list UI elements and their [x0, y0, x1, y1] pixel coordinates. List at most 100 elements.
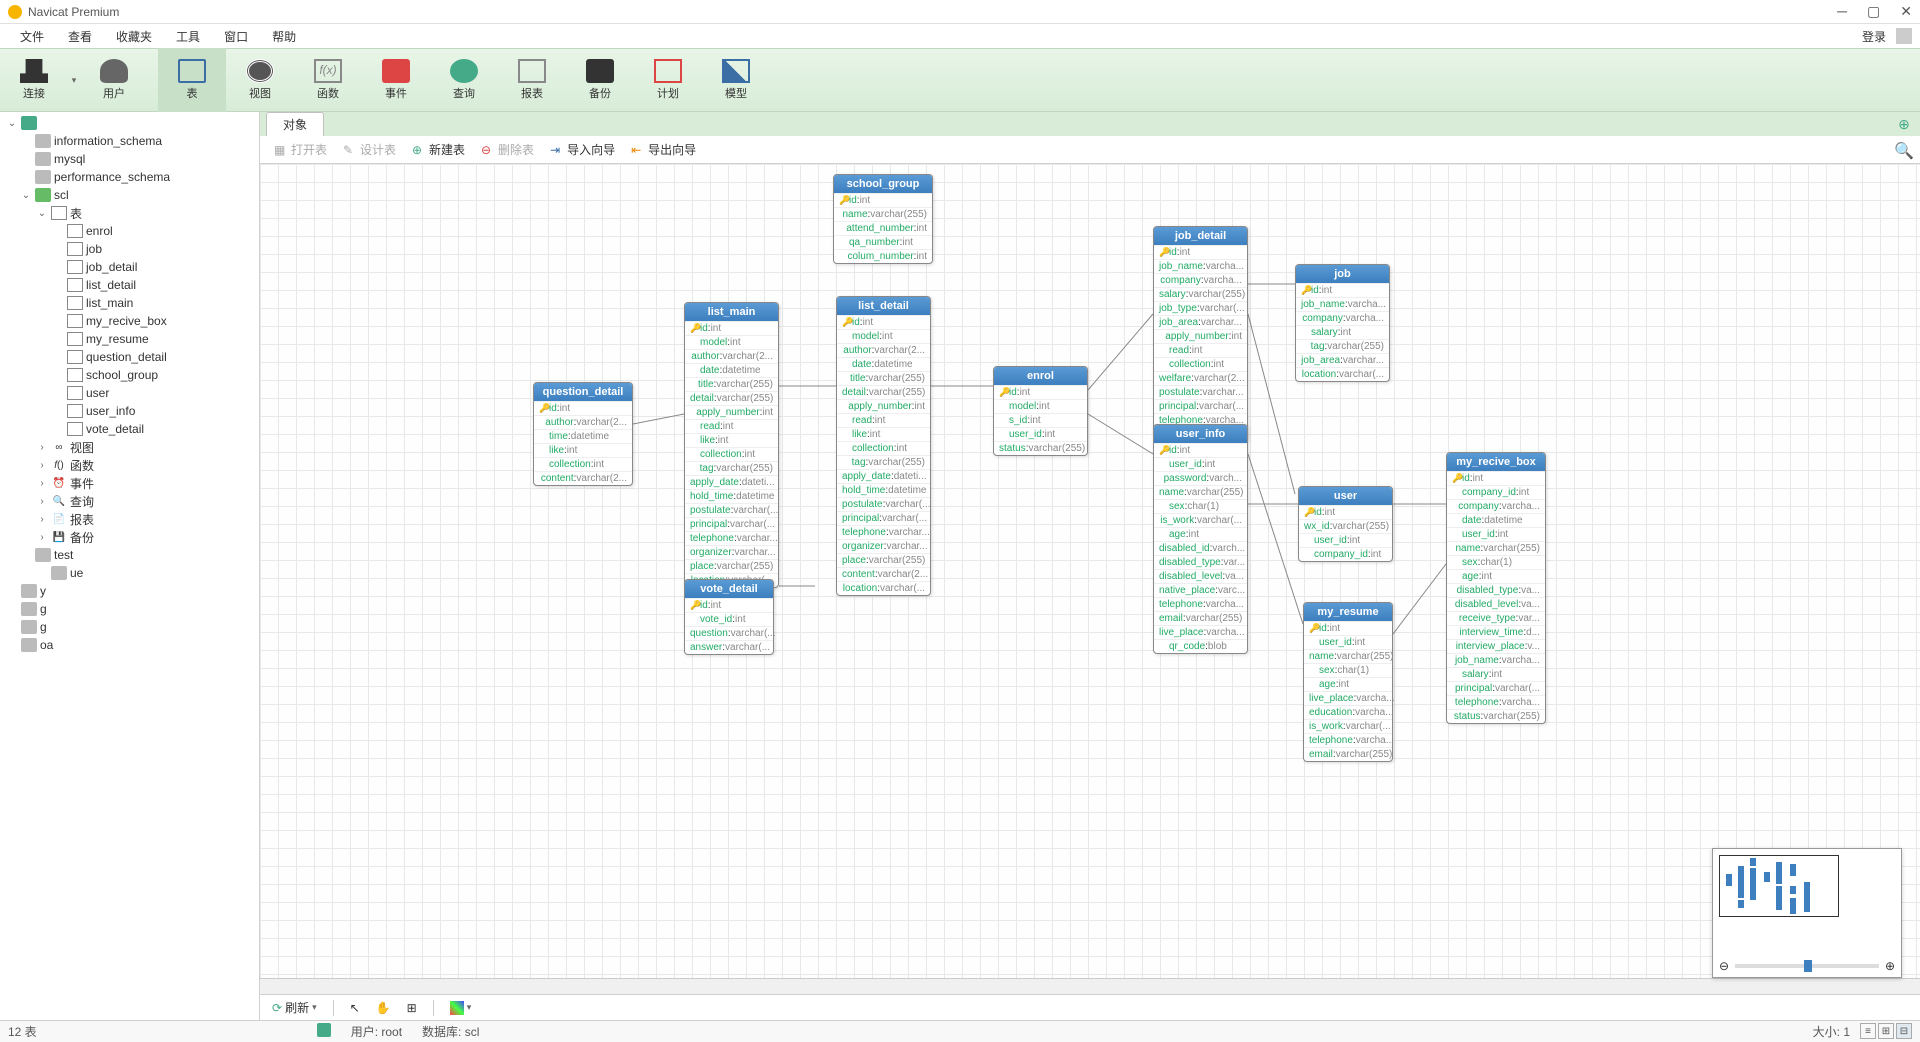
erd-column[interactable]: user_id: int [994, 427, 1087, 441]
erd-table-enrol[interactable]: enrol🔑id: intmodel: ints_id: intuser_id:… [993, 366, 1088, 456]
erd-column[interactable]: job_type: varchar(... [1154, 301, 1247, 315]
erd-column[interactable]: company: varcha... [1154, 273, 1247, 287]
object-tree[interactable]: ⌄ information_schemamysqlperformance_sch… [0, 112, 260, 1020]
erd-column[interactable]: location: varchar(... [1296, 367, 1389, 381]
erd-table-my_recive_box[interactable]: my_recive_box🔑id: intcompany_id: intcomp… [1446, 452, 1546, 724]
erd-column[interactable]: 🔑id: int [1299, 505, 1392, 519]
erd-column[interactable]: tag: varchar(255) [1296, 339, 1389, 353]
erd-column[interactable]: collection: int [1154, 357, 1247, 371]
erd-table-user_info[interactable]: user_info🔑id: intuser_id: intpassword: v… [1153, 424, 1248, 654]
erd-column[interactable]: age: int [1304, 677, 1392, 691]
erd-column[interactable]: principal: varchar(... [837, 511, 930, 525]
erd-column[interactable]: postulate: varchar... [1154, 385, 1247, 399]
folder-视图[interactable]: ›∞视图 [0, 438, 259, 456]
erd-column[interactable]: apply_date: dateti... [837, 469, 930, 483]
erd-column[interactable]: date: datetime [1447, 513, 1545, 527]
erd-table-header[interactable]: school_group [834, 175, 932, 193]
erd-column[interactable]: author: varchar(2... [837, 343, 930, 357]
toolbar-event[interactable]: 事件 [362, 48, 430, 112]
diagram-canvas[interactable]: school_group🔑id: intname: varchar(255)at… [260, 164, 1760, 764]
erd-column[interactable]: telephone: varcha... [1304, 733, 1392, 747]
table-list_detail[interactable]: list_detail [0, 276, 259, 294]
erd-column[interactable]: live_place: varcha... [1154, 625, 1247, 639]
refresh-button[interactable]: ⟳刷新▾ [268, 997, 321, 1018]
erd-column[interactable]: vote_id: int [685, 612, 773, 626]
database-performance_schema[interactable]: performance_schema [0, 168, 259, 186]
erd-table-header[interactable]: job_detail [1154, 227, 1247, 245]
new-table-button[interactable]: ⊕新建表 [406, 139, 471, 160]
erd-column[interactable]: user_id: int [1447, 527, 1545, 541]
tree-node-oa[interactable]: oa [0, 636, 259, 654]
tab-objects[interactable]: 对象 [266, 112, 324, 136]
erd-column[interactable]: title: varchar(255) [837, 371, 930, 385]
zoom-slider[interactable] [1735, 964, 1879, 968]
erd-table-header[interactable]: user [1299, 487, 1392, 505]
erd-column[interactable]: answer: varchar(... [685, 640, 773, 654]
erd-table-list_main[interactable]: list_main🔑id: intmodel: intauthor: varch… [684, 302, 779, 588]
table-school_group[interactable]: school_group [0, 366, 259, 384]
erd-column[interactable]: tag: varchar(255) [685, 461, 778, 475]
erd-column[interactable]: qr_code: blob [1154, 639, 1247, 653]
erd-column[interactable]: disabled_type: va... [1447, 583, 1545, 597]
folder-查询[interactable]: ›🔍查询 [0, 492, 259, 510]
erd-table-header[interactable]: enrol [994, 367, 1087, 385]
erd-column[interactable]: date: datetime [837, 357, 930, 371]
erd-column[interactable]: job_name: varcha... [1154, 259, 1247, 273]
toolbar-backup[interactable]: 备份 [566, 48, 634, 112]
close-button[interactable]: ✕ [1900, 3, 1912, 20]
menu-item-0[interactable]: 文件 [8, 28, 56, 45]
export-wizard-button[interactable]: ⇤导出向导 [625, 139, 702, 160]
erd-table-header[interactable]: list_main [685, 303, 778, 321]
erd-column[interactable]: telephone: varchar... [837, 525, 930, 539]
delete-table-button[interactable]: ⊖删除表 [475, 139, 540, 160]
erd-table-header[interactable]: my_resume [1304, 603, 1392, 621]
toolbar-func[interactable]: f(x)函数 [294, 48, 362, 112]
erd-column[interactable]: sex: char(1) [1304, 663, 1392, 677]
table-user[interactable]: user [0, 384, 259, 402]
erd-column[interactable]: title: varchar(255) [685, 377, 778, 391]
erd-table-list_detail[interactable]: list_detail🔑id: intmodel: intauthor: var… [836, 296, 931, 596]
align-tool[interactable]: ⊞ [403, 999, 421, 1017]
table-question_detail[interactable]: question_detail [0, 348, 259, 366]
erd-column[interactable]: interview_place: v... [1447, 639, 1545, 653]
erd-column[interactable]: 🔑id: int [534, 401, 632, 415]
diagram-canvas-scroll[interactable]: school_group🔑id: intname: varchar(255)at… [260, 164, 1920, 978]
erd-column[interactable]: model: int [685, 335, 778, 349]
erd-column[interactable]: principal: varchar(... [1154, 399, 1247, 413]
erd-column[interactable]: salary: int [1447, 667, 1545, 681]
erd-column[interactable]: like: int [685, 433, 778, 447]
erd-column[interactable]: model: int [994, 399, 1087, 413]
view-mode-er[interactable]: ⊟ [1896, 1023, 1912, 1039]
erd-column[interactable]: detail: varchar(255) [685, 391, 778, 405]
erd-column[interactable]: 🔑id: int [994, 385, 1087, 399]
erd-column[interactable]: is_work: varchar(... [1304, 719, 1392, 733]
menu-item-5[interactable]: 帮助 [260, 28, 308, 45]
tree-node-g[interactable]: g [0, 600, 259, 618]
folder-事件[interactable]: ›⏰事件 [0, 474, 259, 492]
view-mode-detail[interactable]: ⊞ [1878, 1023, 1894, 1039]
erd-column[interactable]: read: int [1154, 343, 1247, 357]
erd-column[interactable]: disabled_level: va... [1447, 597, 1545, 611]
erd-column[interactable]: place: varchar(255) [685, 559, 778, 573]
erd-column[interactable]: disabled_type: var... [1154, 555, 1247, 569]
erd-column[interactable]: job_name: varcha... [1296, 297, 1389, 311]
search-icon[interactable]: 🔍 [1894, 141, 1912, 159]
erd-column[interactable]: user_id: int [1304, 635, 1392, 649]
erd-column[interactable]: company: varcha... [1296, 311, 1389, 325]
user-avatar[interactable] [1896, 28, 1912, 44]
erd-column[interactable]: email: varchar(255) [1304, 747, 1392, 761]
table-job[interactable]: job [0, 240, 259, 258]
table-my_resume[interactable]: my_resume [0, 330, 259, 348]
erd-column[interactable]: job_area: varchar... [1154, 315, 1247, 329]
erd-column[interactable]: content: varchar(2... [837, 567, 930, 581]
erd-column[interactable]: question: varchar(... [685, 626, 773, 640]
erd-column[interactable]: 🔑id: int [837, 315, 930, 329]
database-mysql[interactable]: mysql [0, 150, 259, 168]
collapse-icon[interactable]: ⌄ [6, 118, 18, 129]
erd-column[interactable]: disabled_level: va... [1154, 569, 1247, 583]
hand-tool[interactable]: ✋ [372, 999, 395, 1017]
erd-column[interactable]: company: varcha... [1447, 499, 1545, 513]
erd-column[interactable]: 🔑id: int [1304, 621, 1392, 635]
erd-column[interactable]: organizer: varchar... [685, 545, 778, 559]
erd-column[interactable]: s_id: int [994, 413, 1087, 427]
